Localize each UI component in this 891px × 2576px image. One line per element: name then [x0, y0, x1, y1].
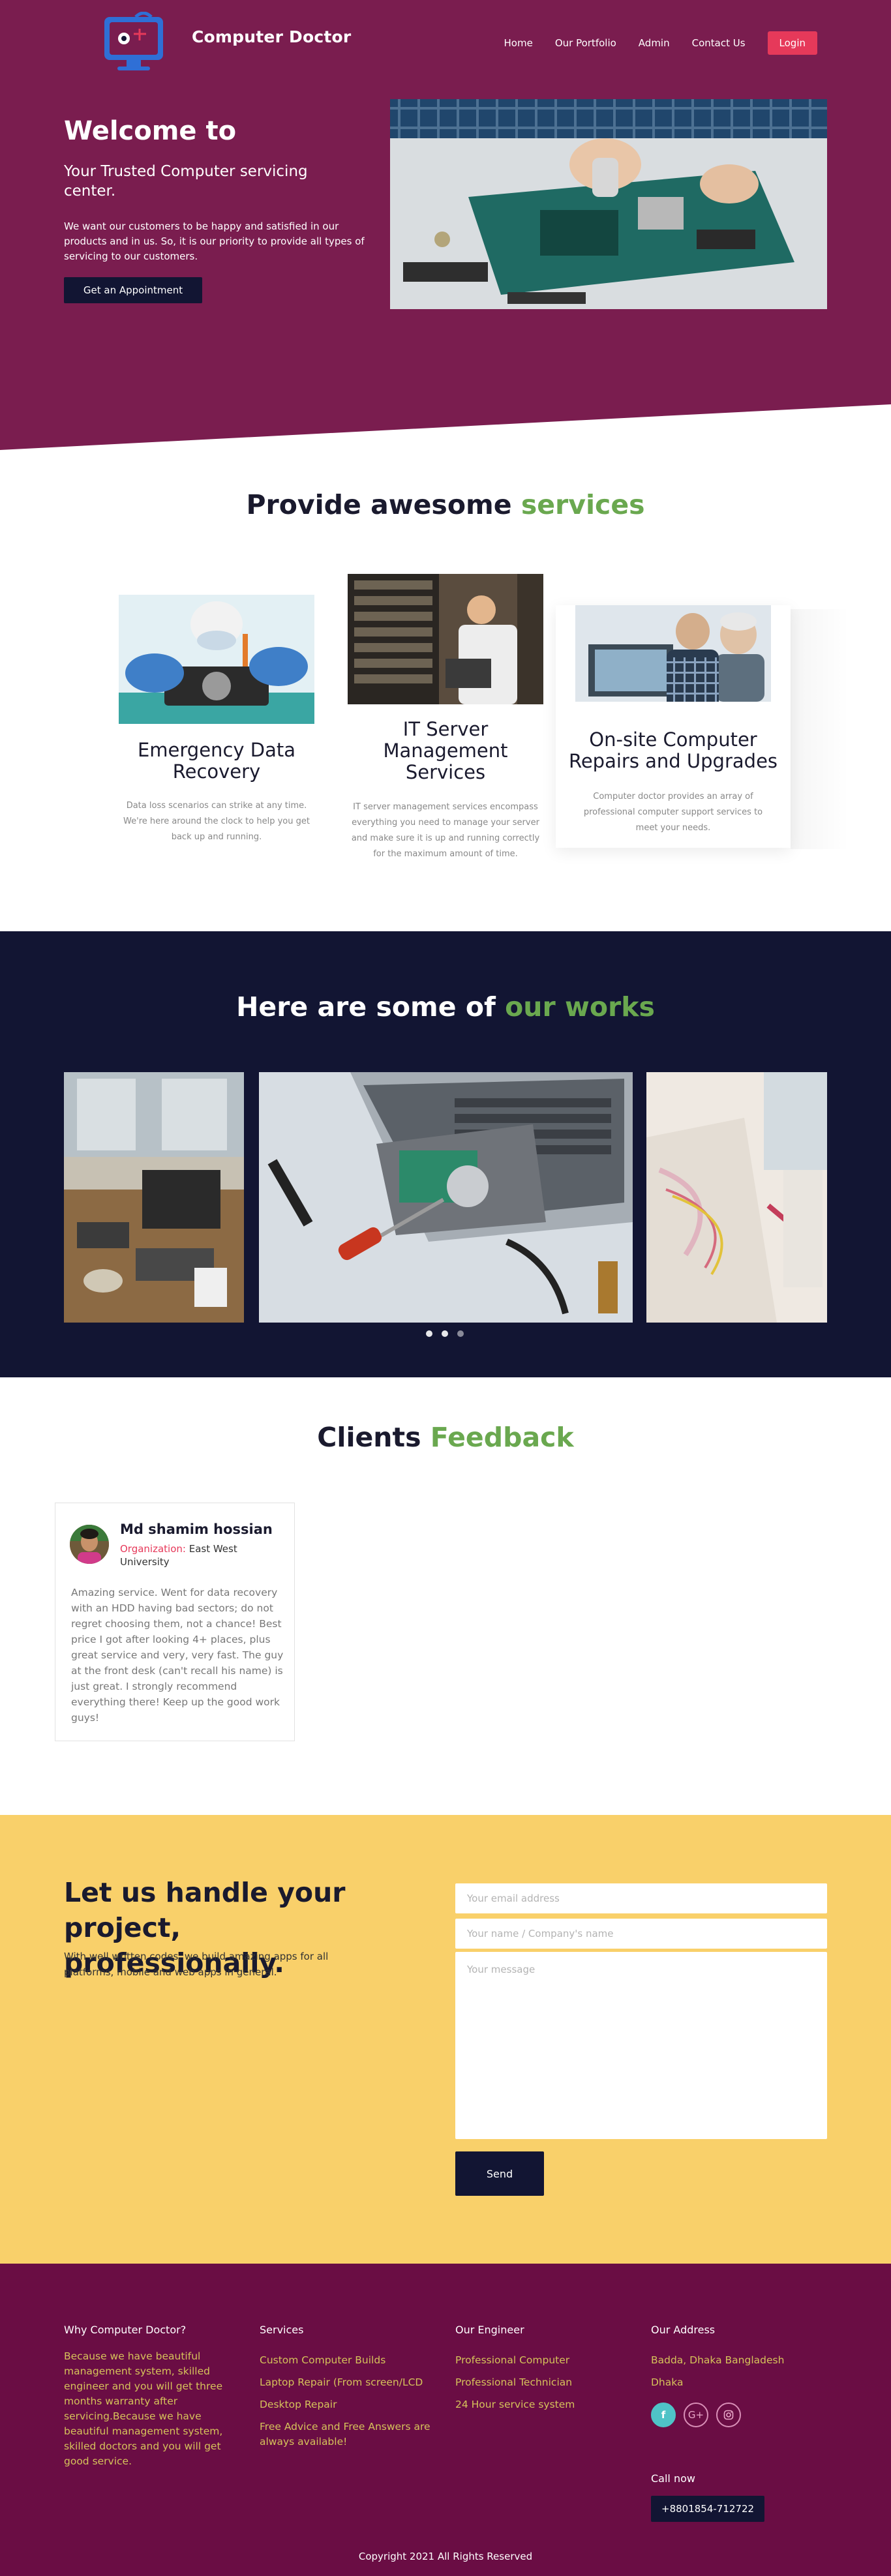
carousel-dots [426, 1330, 464, 1337]
contact-section: Let us handle your project, professional… [0, 1815, 891, 2264]
contact-description: With well written codes, we build amazin… [64, 1951, 329, 1978]
footer-service-link[interactable]: Custom Computer Builds [260, 2349, 442, 2371]
footer-engineer-link[interactable]: Professional Computer [455, 2349, 625, 2371]
instagram-glyph-icon [723, 2410, 734, 2420]
carousel-dot[interactable] [442, 1330, 448, 1337]
feedback-title-accent: Feedback [430, 1422, 574, 1453]
call-now-label: Call now [651, 2472, 695, 2485]
client-organization: Organization: East West University [120, 1542, 270, 1568]
google-plus-icon[interactable]: G+ [684, 2403, 708, 2427]
service-description: Data loss scenarios can strike at any ti… [123, 801, 310, 842]
social-links: f G+ [651, 2403, 741, 2427]
login-button[interactable]: Login [767, 31, 817, 55]
service-card-data-recovery[interactable]: Emergency Data Recovery Data loss scenar… [119, 595, 314, 843]
hero-repair-image [390, 99, 827, 309]
nav-link-contact[interactable]: Contact Us [692, 37, 746, 49]
data-recovery-image [119, 595, 314, 724]
service-title: On-site Computer Repairs and Upgrades [568, 728, 778, 772]
email-field[interactable] [455, 1883, 827, 1913]
feedback-title: Clients Feedback [0, 1422, 891, 1453]
carousel-dot[interactable] [426, 1330, 432, 1337]
testimonial-text: Amazing service. Went for data recovery … [71, 1587, 284, 1724]
service-description: IT server management services encompass … [351, 802, 540, 859]
copyright-text: Copyright 2021 All Rights Reserved [358, 2551, 533, 2562]
client-avatar [70, 1525, 109, 1564]
footer-heading: Services [260, 2324, 304, 2336]
main-menu: Home Our Portfolio Admin Contact Us Logi… [504, 31, 817, 55]
hero-description: We want our customers to be happy and sa… [64, 220, 365, 262]
service-title: Emergency Data Recovery [137, 739, 296, 783]
navbar: Computer Doctor Home Our Portfolio Admin… [0, 0, 891, 85]
service-description: Computer doctor provides an array of pro… [583, 792, 763, 833]
work-image-1[interactable] [64, 1072, 244, 1323]
footer-heading: Our Engineer [455, 2324, 524, 2336]
footer-service-link[interactable]: Laptop Repair (From screen/LCD [260, 2371, 442, 2393]
footer-col-services: Services Custom Computer Builds Laptop R… [260, 2324, 442, 2449]
footer-services-list: Custom Computer Builds Laptop Repair (Fr… [260, 2349, 442, 2449]
organization-label: Organization: [120, 1543, 186, 1555]
appointment-button[interactable]: Get an Appointment [64, 277, 202, 303]
computer-doctor-logo-icon[interactable] [98, 12, 170, 77]
works-section: Here are some of our works [0, 931, 891, 1377]
footer-col-engineer: Our Engineer Professional Computer Profe… [455, 2324, 625, 2416]
nav-link-home[interactable]: Home [504, 37, 533, 49]
testimonial-card: Md shamim hossian Organization: East Wes… [55, 1503, 295, 1741]
footer-address-line: Dhaka [651, 2376, 684, 2388]
message-field[interactable] [455, 1952, 827, 2139]
footer-heading: Why Computer Doctor? [64, 2324, 187, 2336]
footer-why-text: Because we have beautiful management sys… [64, 2350, 223, 2467]
hero-section: Computer Doctor Home Our Portfolio Admin… [0, 0, 891, 450]
hero-subtitle: Your Trusted Computer servicing center. [64, 163, 308, 200]
nav-link-admin[interactable]: Admin [639, 37, 670, 49]
footer-engineer-link[interactable]: 24 Hour service system [455, 2393, 625, 2416]
nav-link-portfolio[interactable]: Our Portfolio [555, 37, 616, 49]
client-name: Md shamim hossian [120, 1521, 273, 1537]
carousel-dot[interactable] [457, 1330, 464, 1337]
footer-col-why: Why Computer Doctor? Because we have bea… [64, 2324, 240, 2469]
facebook-icon[interactable]: f [651, 2403, 676, 2427]
works-title-main: Here are some of [236, 991, 506, 1023]
footer-service-link[interactable]: Free Advice and Free Answers are always … [260, 2419, 439, 2449]
services-title-main: Provide awesome [246, 489, 521, 520]
footer-engineer-list: Professional Computer Professional Techn… [455, 2349, 625, 2416]
next-card-peek [791, 609, 849, 849]
work-image-2[interactable] [259, 1072, 633, 1323]
footer-address-list: Badda, Dhaka Bangladesh Dhaka [651, 2349, 827, 2393]
footer-heading: Our Address [651, 2324, 716, 2336]
service-card-onsite-repair[interactable]: On-site Computer Repairs and Upgrades Co… [556, 605, 791, 848]
works-title-accent: our works [505, 991, 655, 1023]
footer-engineer-link[interactable]: Professional Technician [455, 2371, 625, 2393]
footer-address-line: Badda, Dhaka Bangladesh [651, 2354, 785, 2366]
footer-col-address: Our Address Badda, Dhaka Bangladesh Dhak… [651, 2324, 827, 2393]
feedback-title-main: Clients [317, 1422, 430, 1453]
hero-title: Welcome to [64, 116, 237, 146]
phone-number[interactable]: +8801854-712722 [651, 2496, 765, 2522]
footer-service-link[interactable]: Desktop Repair [260, 2393, 442, 2416]
works-title: Here are some of our works [0, 991, 891, 1023]
instagram-icon[interactable] [716, 2403, 741, 2427]
services-title-accent: services [521, 489, 645, 520]
service-card-server-management[interactable]: IT Server Management Services IT server … [348, 574, 543, 874]
footer: Why Computer Doctor? Because we have bea… [0, 2264, 891, 2576]
work-image-3[interactable] [646, 1072, 827, 1323]
brand-name[interactable]: Computer Doctor [192, 27, 351, 46]
name-field[interactable] [455, 1919, 827, 1949]
services-title: Provide awesome services [0, 489, 891, 520]
server-management-image [348, 574, 543, 704]
onsite-repair-image [575, 605, 771, 702]
send-button[interactable]: Send [455, 2151, 544, 2196]
service-title: IT Server Management Services [383, 718, 508, 783]
